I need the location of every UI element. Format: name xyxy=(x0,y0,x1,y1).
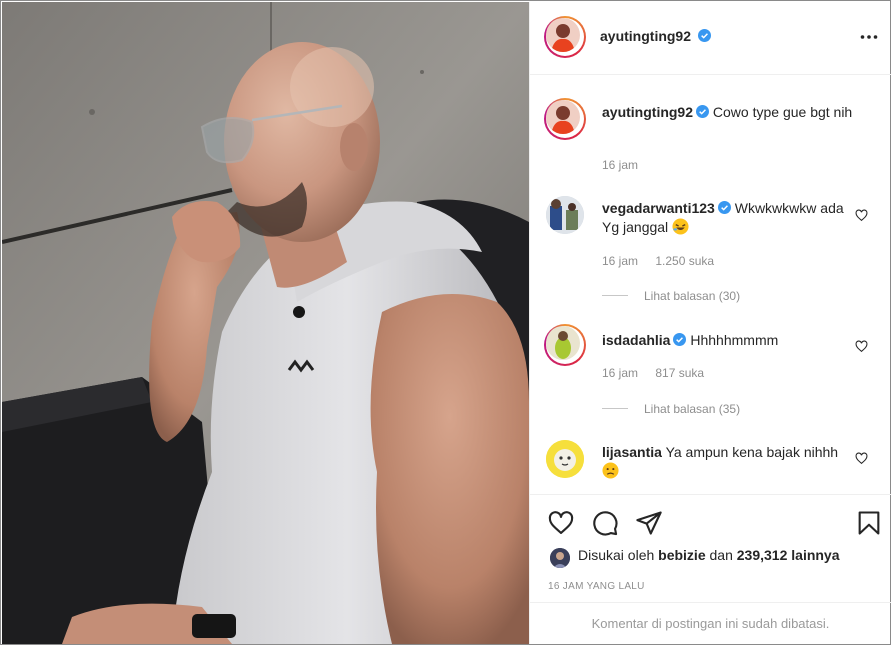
author-avatar[interactable] xyxy=(544,16,586,58)
caption-username[interactable]: ayutingting92 xyxy=(602,104,693,120)
comment-time: 16 jam xyxy=(602,366,639,380)
caption-time: 16 jam xyxy=(602,158,639,172)
instagram-post-window: ayutingting92 ayutingting92 Cowo type gu… xyxy=(0,0,891,645)
likes-first-user[interactable]: bebizie xyxy=(658,547,705,563)
replies-divider-line xyxy=(602,408,628,409)
likes-summary: Disukai oleh bebizie dan 239,312 lainnya xyxy=(578,547,840,563)
comment-avatar-image xyxy=(546,326,580,360)
comment-like-heart-icon[interactable] xyxy=(855,209,868,222)
comment-likes[interactable]: 1.250 suka xyxy=(655,254,714,268)
bookmark-icon[interactable] xyxy=(855,509,883,537)
rofl-emoji-icon xyxy=(672,218,689,235)
verified-badge-icon xyxy=(717,201,731,214)
likes-prefix: Disukai oleh xyxy=(578,547,655,563)
comment-avatar[interactable] xyxy=(546,440,584,478)
more-horizontal-icon[interactable] xyxy=(859,27,879,47)
caption-avatar[interactable] xyxy=(544,98,586,140)
liker-avatar-image xyxy=(550,548,570,568)
verified-badge-icon xyxy=(696,105,710,118)
post-image xyxy=(2,2,529,644)
post-photo[interactable] xyxy=(2,2,529,644)
author-username[interactable]: ayutingting92 xyxy=(600,28,691,44)
view-replies-label[interactable]: Lihat balasan (30) xyxy=(644,289,740,303)
comment-username[interactable]: isdadahlia xyxy=(602,332,670,348)
caption-meta: 16 jam xyxy=(602,158,652,172)
comment-icon[interactable] xyxy=(591,509,619,537)
caption: ayutingting92 Cowo type gue bgt nih xyxy=(602,103,872,122)
verified-badge-icon xyxy=(673,333,687,346)
post-side-panel: ayutingting92 ayutingting92 Cowo type gu… xyxy=(529,2,891,644)
post-time-ago[interactable]: 16 JAM YANG LALU xyxy=(548,581,645,592)
comment-text: Hhhhhmmmm xyxy=(690,332,779,348)
view-replies-label[interactable]: Lihat balasan (35) xyxy=(644,402,740,416)
author-avatar-image xyxy=(546,18,580,52)
comment-text: Ya ampun kena bajak nihhh xyxy=(665,444,839,460)
comment-3: lijasantia Ya ampun kena bajak nihhh xyxy=(602,443,852,481)
comment-like-heart-icon[interactable] xyxy=(855,452,868,465)
post-actions: Disukai oleh bebizie dan 239,312 lainnya… xyxy=(530,494,891,644)
paper-plane-icon[interactable] xyxy=(635,509,663,537)
comment-meta: 16 jam 817 suka xyxy=(602,366,718,380)
caption-text: Cowo type gue bgt nih xyxy=(712,104,853,120)
post-header: ayutingting92 xyxy=(530,2,891,75)
comment-meta: 16 jam 1.250 suka xyxy=(602,254,728,268)
verified-badge-icon xyxy=(698,29,712,42)
comments-disabled-notice: Komentar di postingan ini sudah dibatasi… xyxy=(530,602,891,645)
comment-avatar-image xyxy=(546,196,584,234)
comment-like-heart-icon[interactable] xyxy=(855,340,868,353)
heart-icon[interactable] xyxy=(547,509,575,537)
frowning-emoji-icon xyxy=(602,462,619,479)
likes-connector: dan xyxy=(709,547,733,563)
comment-username[interactable]: vegadarwanti123 xyxy=(602,200,715,216)
comment-1: vegadarwanti123 Wkwkwkwkw ada Yg janggal xyxy=(602,199,852,237)
view-replies-button[interactable]: Lihat balasan (35) xyxy=(602,402,740,416)
comment-avatar-image xyxy=(546,440,584,478)
comments-list[interactable]: ayutingting92 Cowo type gue bgt nih 16 j… xyxy=(530,76,891,494)
comment-avatar[interactable] xyxy=(546,196,584,234)
view-replies-button[interactable]: Lihat balasan (30) xyxy=(602,289,740,303)
comment-time: 16 jam xyxy=(602,254,639,268)
likes-others[interactable]: 239,312 lainnya xyxy=(737,547,840,563)
caption-avatar-image xyxy=(546,100,580,134)
replies-divider-line xyxy=(602,295,628,296)
comment-likes[interactable]: 817 suka xyxy=(655,366,704,380)
comment-avatar[interactable] xyxy=(544,324,586,366)
comment-username[interactable]: lijasantia xyxy=(602,444,662,460)
comment-2: isdadahlia Hhhhhmmmm xyxy=(602,331,852,350)
liker-avatar[interactable] xyxy=(550,548,570,568)
